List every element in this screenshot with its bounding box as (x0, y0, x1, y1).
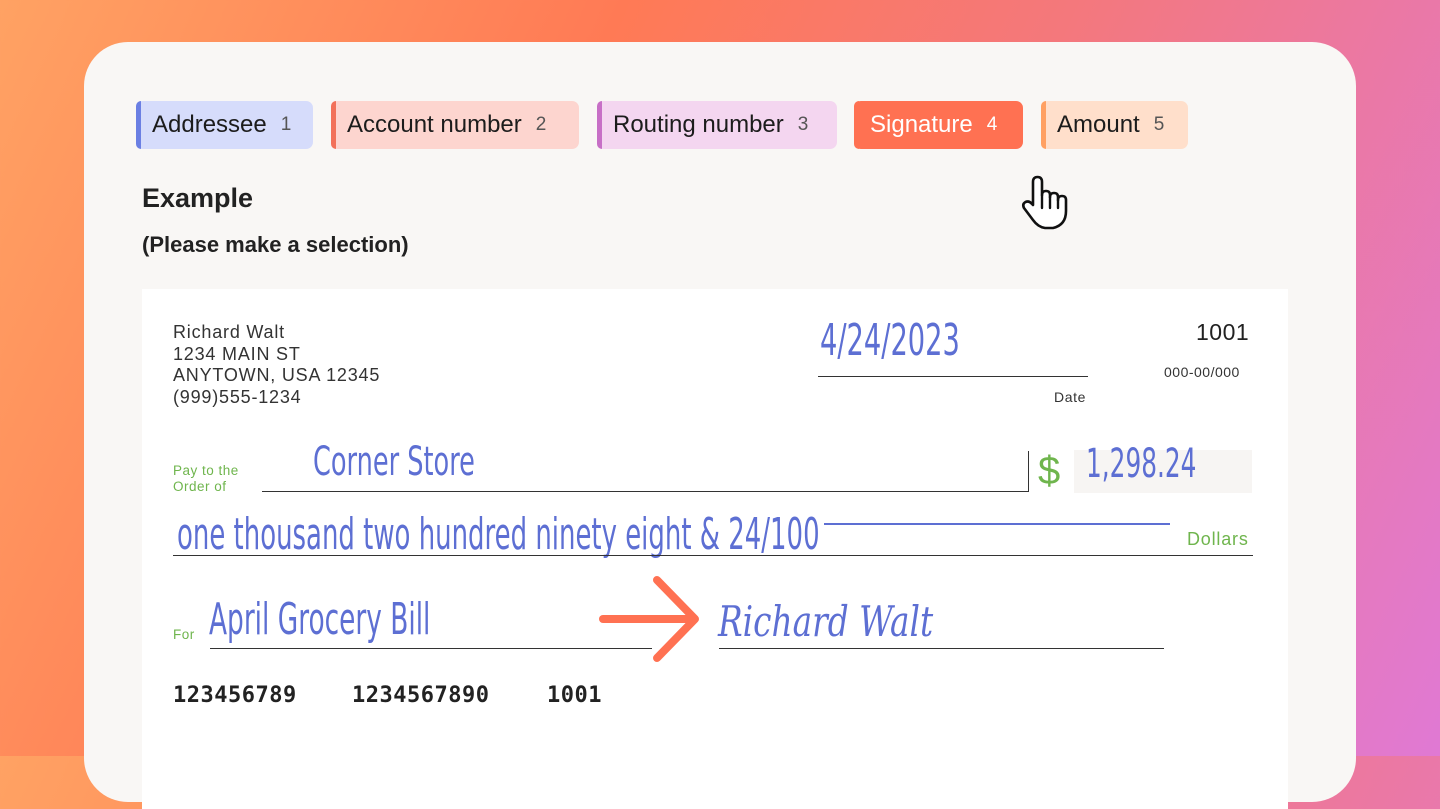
signature-line (719, 648, 1164, 649)
tab-amount[interactable]: Amount 5 (1041, 101, 1188, 149)
address-street: 1234 MAIN ST (173, 343, 301, 364)
address-city: ANYTOWN, USA 12345 (173, 365, 381, 385)
tab-label: Signature (870, 111, 973, 138)
signature-value[interactable]: Richard Walt (718, 597, 933, 646)
dollars-label: Dollars (1187, 529, 1249, 549)
tab-number: 2 (535, 114, 547, 135)
memo-line (210, 648, 652, 649)
hand-pointer-icon (1021, 175, 1068, 230)
account-holder-address[interactable]: Richard Walt 1234 MAIN ST ANYTOWN, USA 1… (173, 322, 380, 408)
amount-words-value: one thousand two hundred ninety eight & … (177, 509, 820, 560)
tab-label: Account number (347, 111, 522, 138)
pay-to-label-line2: Order of (173, 479, 227, 494)
date-line (818, 376, 1088, 377)
tab-color-bar (854, 101, 859, 149)
tab-addressee[interactable]: Addressee 1 (136, 101, 313, 149)
address-phone: (999)555-1234 (173, 386, 302, 407)
tab-routing-number[interactable]: Routing number 3 (597, 101, 837, 149)
micr-check-number: 1001 (547, 683, 602, 708)
tab-number: 1 (280, 114, 292, 135)
routing-fraction: 000-00/000 (1164, 364, 1240, 380)
micr-routing-number[interactable]: 123456789 (173, 683, 297, 708)
tab-color-bar (136, 101, 141, 149)
payee-line (262, 491, 1028, 492)
tab-color-bar (1041, 101, 1046, 149)
date-label: Date (1054, 389, 1086, 405)
tab-account-number[interactable]: Account number 2 (331, 101, 579, 149)
date-value: 4/24/2023 (820, 315, 960, 366)
pay-to-label: Pay to the Order of (173, 463, 239, 495)
tab-label: Amount (1057, 111, 1140, 138)
amount-words-fill-line (824, 523, 1170, 525)
check-number: 1001 (1196, 319, 1250, 345)
tab-signature[interactable]: Signature 4 (854, 101, 1023, 149)
amount-words-line (173, 555, 1253, 556)
example-title: Example (142, 183, 254, 213)
micr-account-number[interactable]: 1234567890 (352, 683, 489, 708)
example-subtitle: (Please make a selection) (142, 232, 409, 257)
tab-number: 4 (986, 114, 998, 135)
payee-divider (1028, 451, 1029, 492)
tab-color-bar (597, 101, 602, 149)
payee-value[interactable]: Corner Store (313, 439, 475, 485)
tab-number: 3 (797, 114, 809, 135)
address-name: Richard Walt (173, 322, 285, 342)
pay-to-label-line1: Pay to the (173, 463, 239, 478)
tab-label: Routing number (613, 111, 784, 138)
for-label: For (173, 627, 195, 642)
memo-value: April Grocery Bill (209, 594, 431, 645)
tab-color-bar (331, 101, 336, 149)
amount-value: 1,298.24 (1086, 441, 1197, 487)
check-document: Richard Walt 1234 MAIN ST ANYTOWN, USA 1… (142, 289, 1288, 809)
dollar-sign: $ (1038, 449, 1061, 493)
arrow-right-icon (599, 576, 699, 662)
tab-label: Addressee (152, 111, 267, 138)
card-panel: Addressee 1 Account number 2 Routing num… (84, 42, 1356, 809)
tab-number: 5 (1153, 114, 1165, 135)
